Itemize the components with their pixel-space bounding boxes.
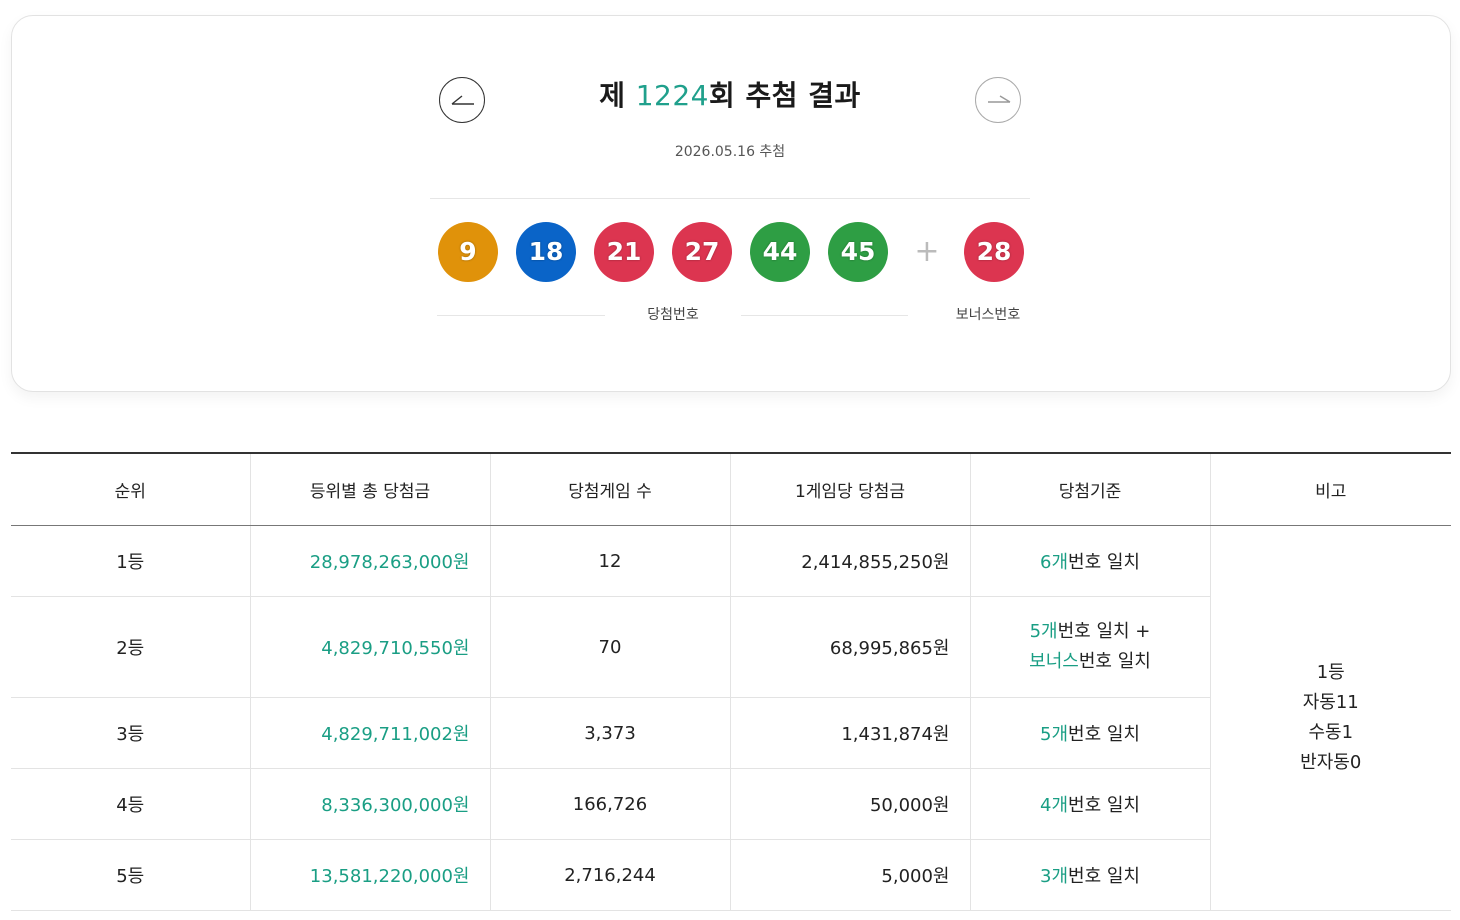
total-prize-cell: 28,978,263,000원 [250, 525, 491, 597]
winning-ball-1: 9 [438, 222, 498, 282]
header-prize-per-game: 1게임당 당첨금 [730, 453, 971, 526]
header-note: 비고 [1210, 453, 1451, 526]
winning-ball-2: 18 [516, 222, 576, 282]
criteria-text: 번호 일치 [1078, 651, 1151, 672]
prize-per-game-cell: 68,995,865원 [730, 596, 971, 698]
prize-per-game-cell: 2,414,855,250원 [730, 525, 971, 597]
note-cell: 1등 자동11 수동1 반자동0 [1210, 525, 1451, 911]
note-line: 자동11 [1302, 692, 1359, 713]
rank-cell: 3등 [11, 697, 251, 769]
plus-icon: + [914, 234, 940, 269]
header-criteria: 당첨기준 [970, 453, 1211, 526]
rank-cell: 2등 [11, 596, 251, 698]
table-header-row: 순위 등위별 총 당첨금 당첨게임 수 1게임당 당첨금 당첨기준 비고 [11, 453, 1451, 526]
winning-ball-4: 27 [672, 222, 732, 282]
criteria-count: 4개 [1040, 795, 1069, 816]
criteria-text: 번호 일치 [1068, 795, 1140, 816]
bonus-number-label: 보너스번호 [955, 307, 1021, 323]
prize-table: 순위 등위별 총 당첨금 당첨게임 수 1게임당 당첨금 당첨기준 비고 1등 … [11, 452, 1451, 911]
caption-line [437, 315, 605, 316]
title-suffix: 회 추첨 결과 [708, 79, 861, 112]
winning-games-cell: 3,373 [490, 697, 731, 769]
arrow-right-icon [988, 95, 1011, 103]
criteria-text: 번호 일치 [1068, 866, 1140, 887]
rank-cell: 1등 [11, 525, 251, 597]
winning-ball-5: 44 [750, 222, 810, 282]
previous-round-button[interactable] [439, 77, 485, 123]
note-line: 수동1 [1308, 722, 1354, 743]
page-title: 제 1224회 추첨 결과 [480, 74, 980, 114]
header-winning-games: 당첨게임 수 [490, 453, 731, 526]
criteria-cell: 5개번호 일치 [970, 697, 1211, 769]
criteria-count: 3개 [1040, 866, 1069, 887]
next-round-button[interactable] [975, 77, 1021, 123]
winning-ball-6: 45 [828, 222, 888, 282]
prize-per-game-cell: 1,431,874원 [730, 697, 971, 769]
criteria-cell: 6개번호 일치 [970, 525, 1211, 597]
winning-ball-3: 21 [594, 222, 654, 282]
total-prize-cell: 4,829,710,550원 [250, 596, 491, 698]
criteria-count: 6개 [1040, 552, 1069, 573]
criteria-count: 5개 [1029, 621, 1058, 642]
bonus-ball: 28 [964, 222, 1024, 282]
criteria-cell: 5개번호 일치 + 보너스번호 일치 [970, 596, 1211, 698]
prize-per-game-cell: 50,000원 [730, 768, 971, 840]
criteria-bonus: 보너스 [1029, 651, 1079, 672]
note-line: 1등 [1316, 662, 1345, 683]
criteria-line: 보너스번호 일치 [971, 647, 1210, 677]
winning-games-cell: 2,716,244 [490, 839, 731, 911]
note-line: 반자동0 [1300, 752, 1362, 773]
winning-numbers-label: 당첨번호 [647, 307, 699, 323]
total-prize-cell: 4,829,711,002원 [250, 697, 491, 769]
winning-games-cell: 70 [490, 596, 731, 698]
prize-per-game-cell: 5,000원 [730, 839, 971, 911]
winning-games-cell: 12 [490, 525, 731, 597]
title-prefix: 제 [599, 79, 636, 112]
header-rank: 순위 [11, 453, 251, 526]
criteria-text: 번호 일치 [1068, 724, 1140, 745]
total-prize-cell: 8,336,300,000원 [250, 768, 491, 840]
draw-result-card [11, 15, 1451, 392]
criteria-count: 5개 [1040, 724, 1069, 745]
header-total-prize: 등위별 총 당첨금 [250, 453, 491, 526]
total-prize-cell: 13,581,220,000원 [250, 839, 491, 911]
table-row: 1등 28,978,263,000원 12 2,414,855,250원 6개번… [11, 525, 1451, 911]
rank-cell: 4등 [11, 768, 251, 840]
criteria-text: 번호 일치 [1068, 552, 1140, 573]
criteria-text: 번호 일치 + [1057, 621, 1151, 642]
caption-line [741, 315, 908, 316]
draw-date: 2026.05.16 추첨 [674, 144, 786, 160]
winning-games-cell: 166,726 [490, 768, 731, 840]
criteria-cell: 4개번호 일치 [970, 768, 1211, 840]
divider [430, 198, 1030, 199]
round-number: 1224 [635, 79, 709, 112]
rank-cell: 5등 [11, 839, 251, 911]
criteria-cell: 3개번호 일치 [970, 839, 1211, 911]
criteria-line: 5개번호 일치 + [971, 617, 1210, 647]
